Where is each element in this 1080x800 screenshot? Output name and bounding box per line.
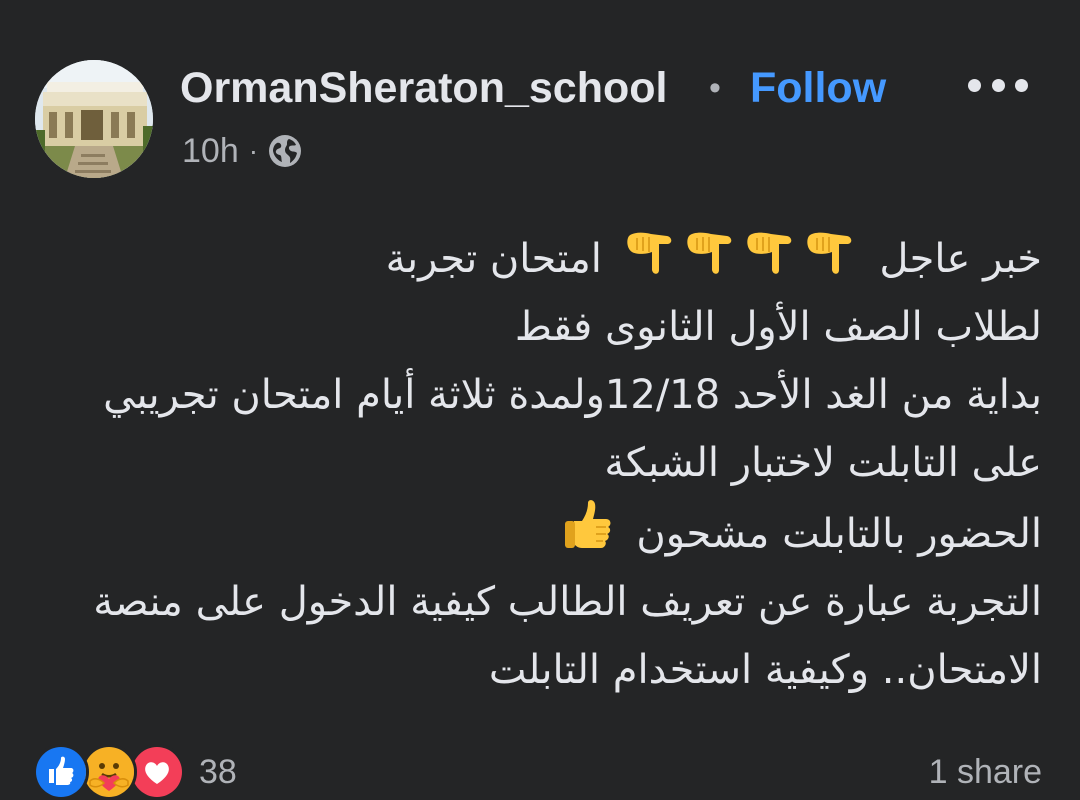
- pointing-down-emoji-icon: [806, 232, 851, 274]
- reaction-count[interactable]: 38: [199, 753, 237, 792]
- message-line-2: لطلاب الصف الأول الثانوى فقط: [514, 304, 1042, 350]
- post-meta: 10h ·: [182, 128, 302, 174]
- like-reaction-icon: [33, 744, 89, 800]
- message-text: امتحان تجربة: [385, 236, 602, 282]
- share-count[interactable]: 1 share: [929, 748, 1042, 796]
- message-text: خبر عاجل: [879, 236, 1042, 282]
- header-separator: •: [709, 69, 721, 107]
- more-dot-icon: [968, 78, 981, 92]
- page-name[interactable]: OrmanSheraton_school: [180, 60, 667, 116]
- message-line-4: على التابلت لاختبار الشبكة: [604, 440, 1042, 486]
- pointing-down-emojis: [623, 222, 859, 278]
- post-message: خبر عاجل امتحان تجربة لطلاب الصف الأول ا…: [32, 222, 1042, 704]
- post-timestamp[interactable]: 10h: [182, 132, 239, 171]
- reactions-summary[interactable]: 38: [33, 744, 237, 800]
- page-avatar[interactable]: [35, 60, 153, 178]
- globe-icon[interactable]: [268, 134, 302, 168]
- love-reaction-icon: [129, 744, 185, 800]
- pointing-down-emoji-icon: [626, 232, 671, 274]
- thumbs-up-emoji: [560, 497, 616, 553]
- thumbs-up-emoji-icon: [564, 500, 611, 548]
- more-dot-icon: [991, 78, 1005, 92]
- meta-separator: ·: [248, 135, 259, 166]
- more-options-button[interactable]: [968, 68, 1028, 102]
- follow-button[interactable]: Follow: [750, 60, 886, 116]
- message-line-5: الحضور بالتابلت مشحون: [32, 497, 1042, 568]
- message-text: الحضور بالتابلت مشحون: [636, 511, 1042, 557]
- pointing-down-emoji-icon: [746, 232, 791, 274]
- care-reaction-icon: [81, 744, 137, 800]
- message-line-7: الامتحان.. وكيفية استخدام التابلت: [488, 647, 1042, 693]
- post-card: OrmanSheraton_school • Follow 10h · خبر …: [0, 0, 1080, 800]
- more-dot-icon: [1015, 78, 1028, 92]
- message-line-1: خبر عاجل امتحان تجربة: [32, 222, 1042, 293]
- pointing-down-emoji-icon: [686, 232, 731, 274]
- message-line-3: بداية من الغد الأحد 12/18ولمدة ثلاثة أيا…: [103, 372, 1042, 418]
- school-building-image: [35, 60, 153, 178]
- message-line-6: التجربة عبارة عن تعريف الطالب كيفية الدخ…: [93, 579, 1042, 625]
